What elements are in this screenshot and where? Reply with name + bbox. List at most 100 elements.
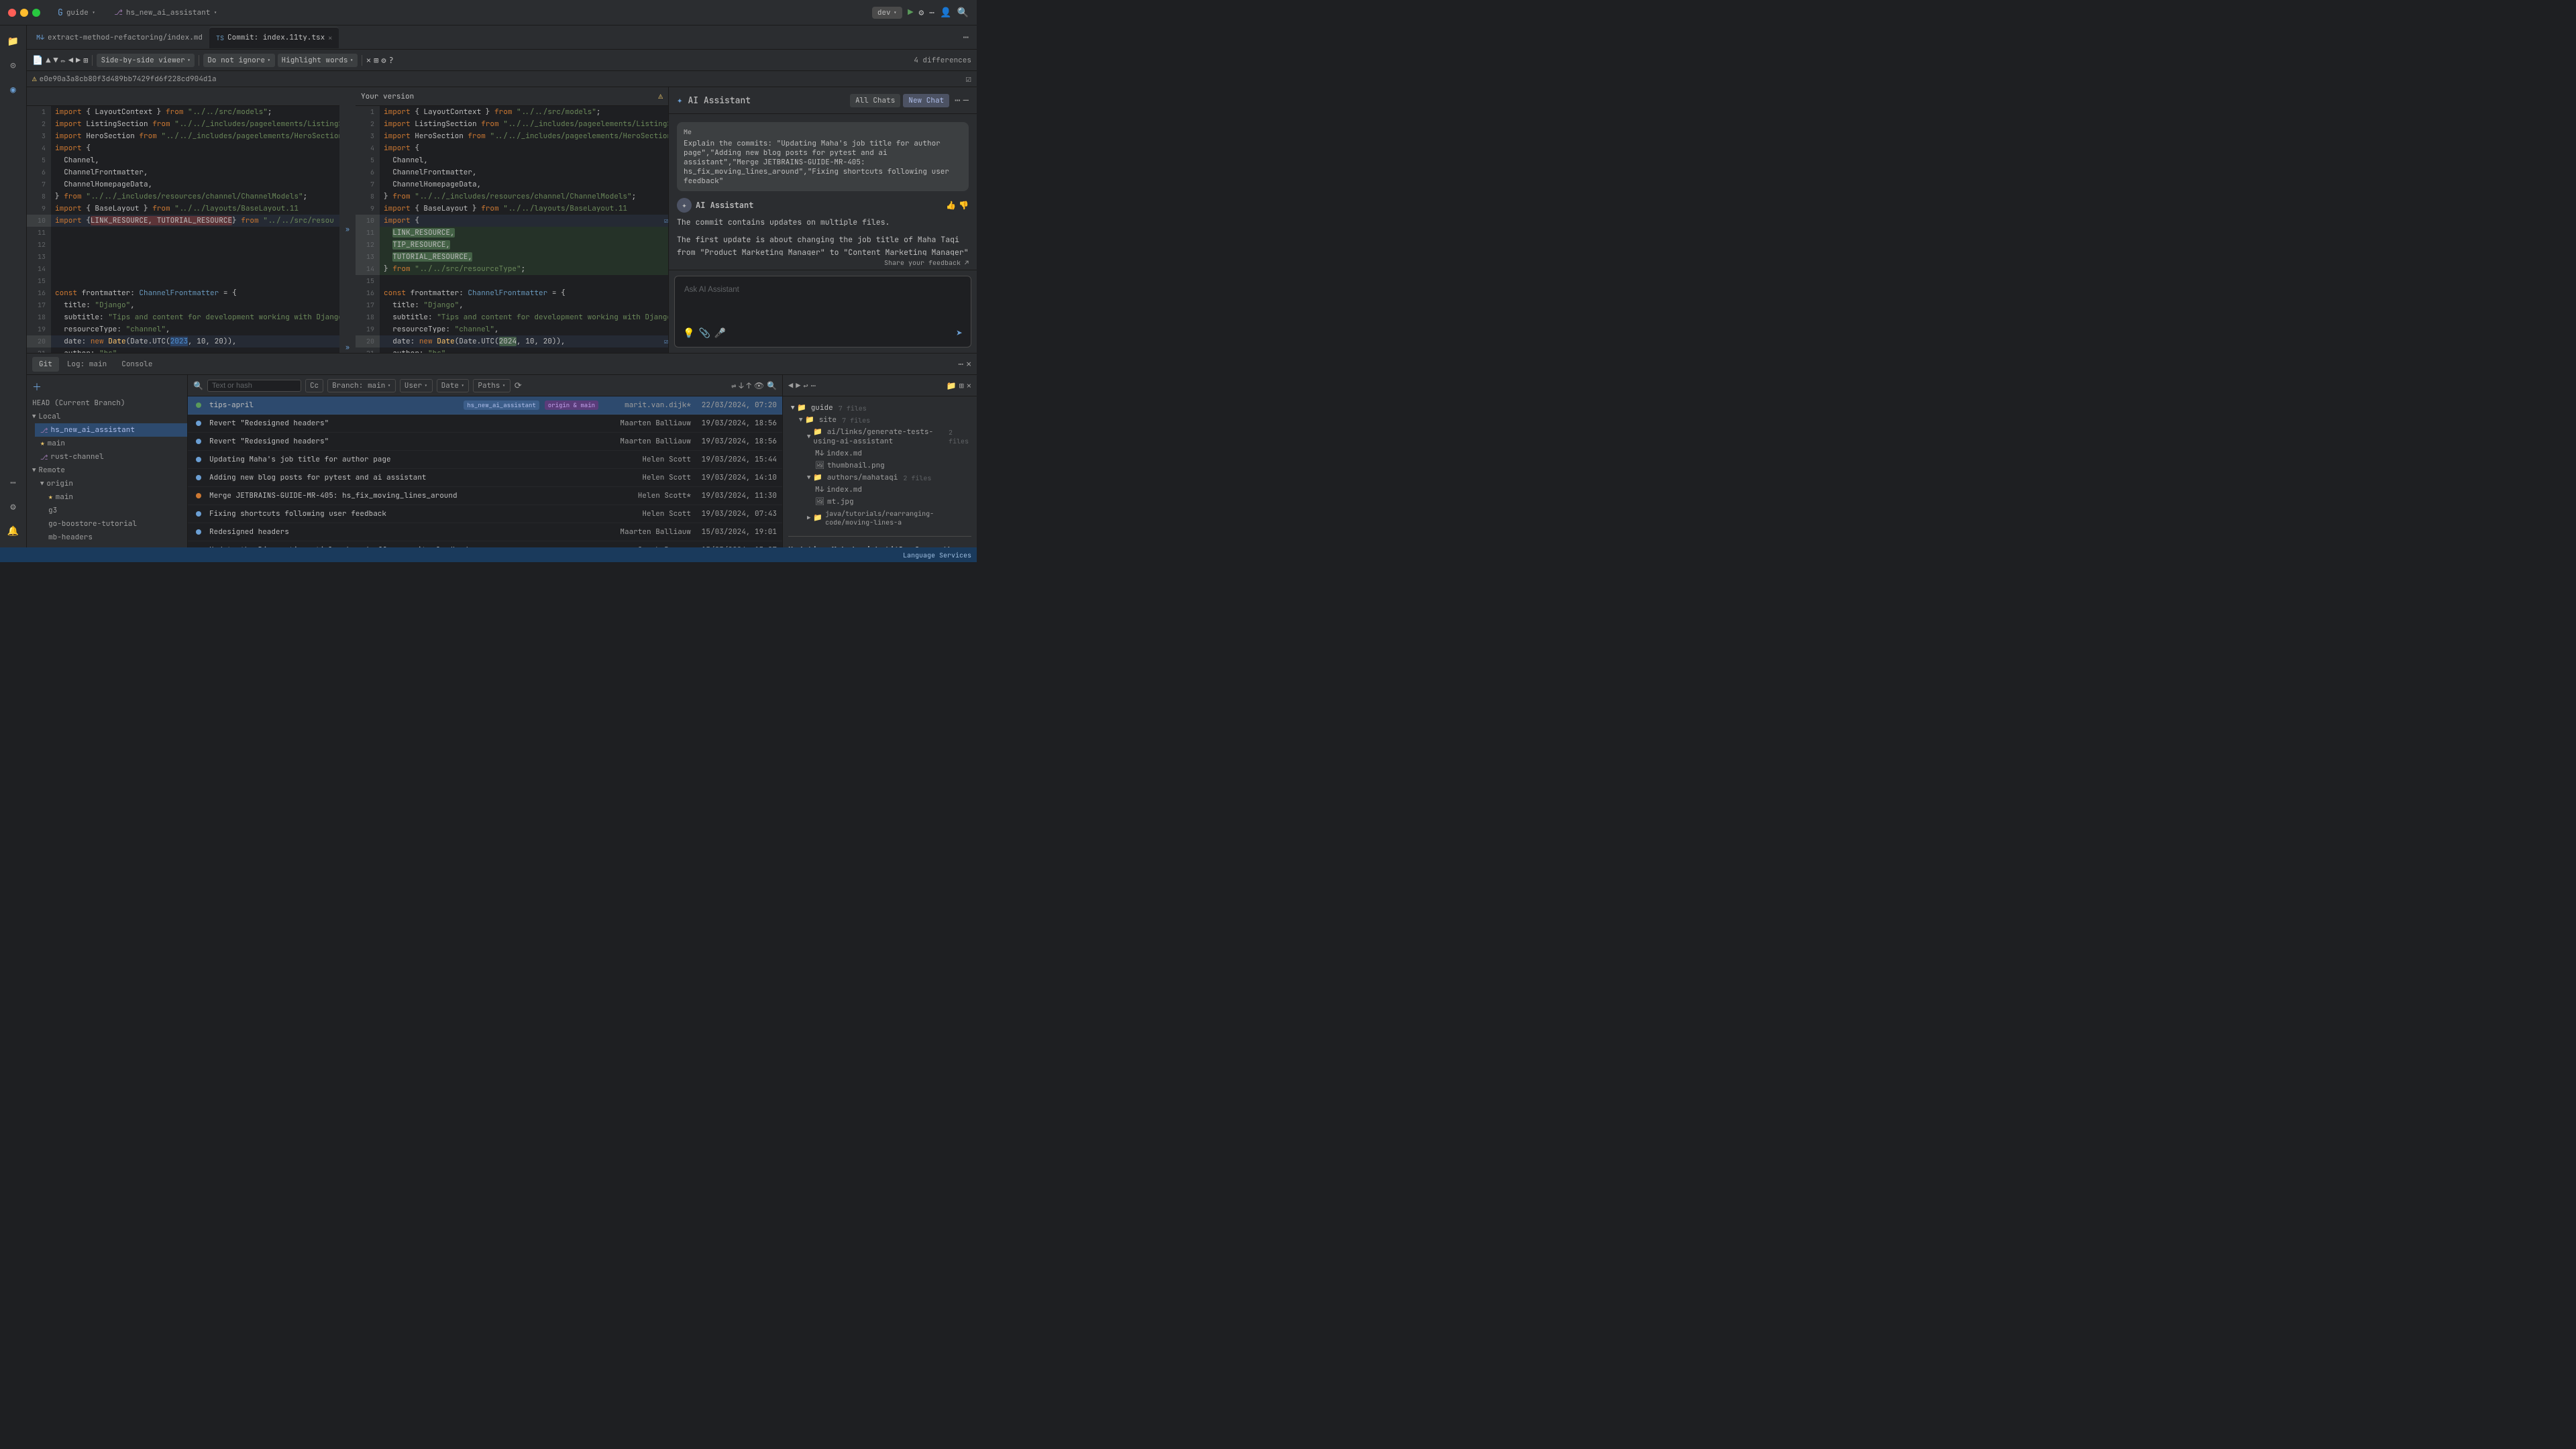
git-remote-group[interactable]: ▼ Remote (27, 464, 187, 477)
maximize-button[interactable] (32, 9, 40, 17)
diff-arrow-btn-20[interactable]: » (341, 341, 354, 353)
detail-tree-ai-path[interactable]: ▼ 📁 ai/links/generate-tests-using-ai-ass… (804, 426, 971, 447)
more-icon[interactable]: ⋯ (929, 7, 934, 18)
commit-row-3[interactable]: Updating Maha's job title for author pag… (188, 451, 782, 469)
git-add-icon[interactable]: ＋ (32, 380, 42, 394)
git-origin-g3[interactable]: g3 (43, 504, 187, 517)
git-date-filter[interactable]: Date ▾ (437, 379, 470, 392)
tab-log-main[interactable]: Log: main (60, 357, 113, 372)
sidebar-project-icon[interactable]: 📁 (3, 31, 24, 52)
thumbs-up-icon[interactable]: 👍 (946, 200, 956, 211)
tab-commit-index[interactable]: TS Commit: index.11ty.tsx ✕ (209, 27, 339, 48)
sidebar-commit-icon[interactable]: ⊙ (3, 55, 24, 76)
diff-arrow-btn-10[interactable]: » (341, 223, 354, 235)
view-mode-dropdown[interactable]: Side-by-side viewer ▾ (97, 54, 195, 67)
detail-nav-next[interactable]: ▶ (796, 380, 800, 391)
tab-console[interactable]: Console (115, 357, 159, 372)
thumbs-down-icon[interactable]: 👎 (959, 200, 969, 211)
git-mb-qodana[interactable]: mb-qodana (43, 544, 187, 547)
git-paths-filter[interactable]: Paths ▾ (473, 379, 510, 392)
toolbar-grid-icon[interactable]: ⊞ (374, 55, 378, 66)
detail-nav-prev[interactable]: ◀ (788, 380, 793, 391)
commit-row-5[interactable]: Merge JETBRAINS-GUIDE-MR-405: hs_fix_mov… (188, 487, 782, 505)
git-log-search-input[interactable] (207, 380, 301, 392)
toolbar-edit-icon[interactable]: ✏ (61, 55, 66, 66)
git-origin-group[interactable]: ▼ origin (35, 477, 187, 490)
git-log-search2-icon[interactable]: 🔍 (767, 380, 777, 391)
git-user-filter[interactable]: User ▾ (400, 379, 433, 392)
bottom-more-icon[interactable]: ⋯ (958, 358, 963, 370)
detail-undo-icon[interactable]: ↩ (803, 380, 808, 391)
tab-git[interactable]: Git (32, 357, 59, 372)
git-refresh-icon[interactable]: ⟳ (515, 380, 522, 391)
toolbar-nav-prev-icon[interactable]: ◀ (68, 55, 73, 66)
git-branch-hs-new-ai[interactable]: ⎇ hs_new_ai_assistant (35, 423, 187, 437)
git-local-group[interactable]: ▼ Local (27, 410, 187, 423)
detail-tree-authors-img[interactable]: 🖼 mt.jpg (812, 496, 971, 508)
ignore-dropdown[interactable]: Do not ignore ▾ (203, 54, 274, 67)
filepath-checkbox[interactable]: ☑ (966, 73, 971, 85)
detail-tree-authors-index[interactable]: M↓ index.md (812, 484, 971, 496)
commit-row-2[interactable]: Revert "Redesigned headers" Maarten Ball… (188, 433, 782, 451)
git-log-merge-icon[interactable]: ⇌ (731, 380, 736, 391)
commit-row-6[interactable]: Fixing shortcuts following user feedback… (188, 505, 782, 523)
commit-row-7[interactable]: Redesigned headers Maarten Balliauw 15/0… (188, 523, 782, 541)
commit-row-8[interactable]: Update the Django tip articles based off… (188, 541, 782, 547)
detail-more-icon[interactable]: ⋯ (811, 380, 816, 391)
right-panel-content[interactable]: 1import { LayoutContext } from "../../sr… (356, 106, 668, 353)
detail-tree-guide[interactable]: ▼ 📁 guide 7 files (788, 402, 971, 414)
ai-input-field[interactable] (679, 280, 967, 321)
toolbar-help-icon[interactable]: ? (389, 55, 394, 66)
sidebar-more-icon[interactable]: ⋯ (3, 472, 24, 494)
detail-tree-site[interactable]: ▼ 📁 site 7 files (796, 414, 971, 426)
toolbar-folder-icon[interactable]: 📄 (32, 54, 43, 66)
ai-input-bulb-icon[interactable]: 💡 (683, 327, 694, 339)
tab-close-icon[interactable]: ✕ (328, 34, 332, 42)
toolbar-close-icon[interactable]: ✕ (366, 55, 371, 66)
sidebar-notification-icon[interactable]: 🔔 (3, 521, 24, 542)
git-origin-main[interactable]: ★ main (43, 490, 187, 504)
detail-tree-authors-path[interactable]: ▼ 📁 authors/mahataqi 2 files (804, 472, 971, 484)
detail-tree-tutorials-path[interactable]: ▶ 📁 java/tutorials/rearranging-code/movi… (804, 508, 971, 528)
toolbar-up-icon[interactable]: ▲ (46, 55, 50, 66)
commit-row-0[interactable]: tips-april hs_new_ai_assistant origin & … (188, 396, 782, 415)
git-head-item[interactable]: HEAD (Current Branch) (27, 396, 187, 410)
branch-dropdown-icon[interactable]: ▾ (213, 9, 217, 17)
git-cc-toggle[interactable]: Cc (305, 379, 323, 392)
build-icon[interactable]: ⚙ (918, 7, 924, 18)
dev-badge[interactable]: dev ▾ (872, 7, 902, 19)
ai-feedback-bar[interactable]: Share your feedback ↗ (669, 256, 977, 270)
account-icon[interactable]: 👤 (940, 7, 951, 19)
bottom-close-icon[interactable]: ✕ (966, 358, 971, 370)
ai-send-button[interactable]: ➤ (956, 326, 963, 340)
git-log-eye-icon[interactable]: 👁 (754, 380, 764, 391)
commit-row-4[interactable]: Adding new blog posts for pytest and ai … (188, 469, 782, 487)
branch-tab[interactable]: ⎇ hs_new_ai_assistant ▾ (107, 5, 224, 20)
minimize-button[interactable] (20, 9, 28, 17)
git-branch-rust-channel[interactable]: ⎇ rust-channel (35, 450, 187, 464)
detail-tree-ai-index[interactable]: M↓ index.md (812, 447, 971, 460)
toolbar-down-icon[interactable]: ▼ (53, 55, 58, 66)
git-go-boostore[interactable]: go-boostore-tutorial (43, 517, 187, 531)
app-tab[interactable]: G guide ▾ (51, 4, 102, 21)
git-log-fetch-icon[interactable]: ↓ (739, 380, 743, 391)
git-mb-headers[interactable]: mb-headers (43, 531, 187, 544)
detail-close-icon[interactable]: ✕ (967, 380, 971, 391)
git-branch-filter[interactable]: Branch: main ▾ (327, 379, 396, 392)
ai-all-chats-tab[interactable]: All Chats (850, 94, 900, 107)
tab-extract-method[interactable]: M↓ extract-method-refactoring/index.md (30, 27, 209, 48)
sidebar-settings-icon[interactable]: ⚙ (3, 496, 24, 518)
run-icon[interactable]: ▶ (908, 7, 913, 19)
git-log-push-icon[interactable]: ↑ (747, 380, 751, 391)
sidebar-vcs-icon[interactable]: ◉ (3, 79, 24, 101)
more-tabs-icon[interactable]: ⋯ (963, 32, 969, 44)
toolbar-copy-icon[interactable]: ⊞ (83, 55, 88, 66)
app-dropdown-icon[interactable]: ▾ (92, 9, 95, 17)
ai-new-chat-tab[interactable]: New Chat (903, 94, 949, 107)
detail-tree-ai-thumb[interactable]: 🖼 thumbnail.png (812, 460, 971, 472)
search-icon[interactable]: 🔍 (957, 7, 969, 19)
git-branch-main[interactable]: ★ main (35, 437, 187, 450)
ai-more-icon[interactable]: ⋯ (955, 95, 960, 107)
commit-row-1[interactable]: Revert "Redesigned headers" Maarten Ball… (188, 415, 782, 433)
toolbar-nav-next-icon[interactable]: ▶ (76, 55, 80, 66)
